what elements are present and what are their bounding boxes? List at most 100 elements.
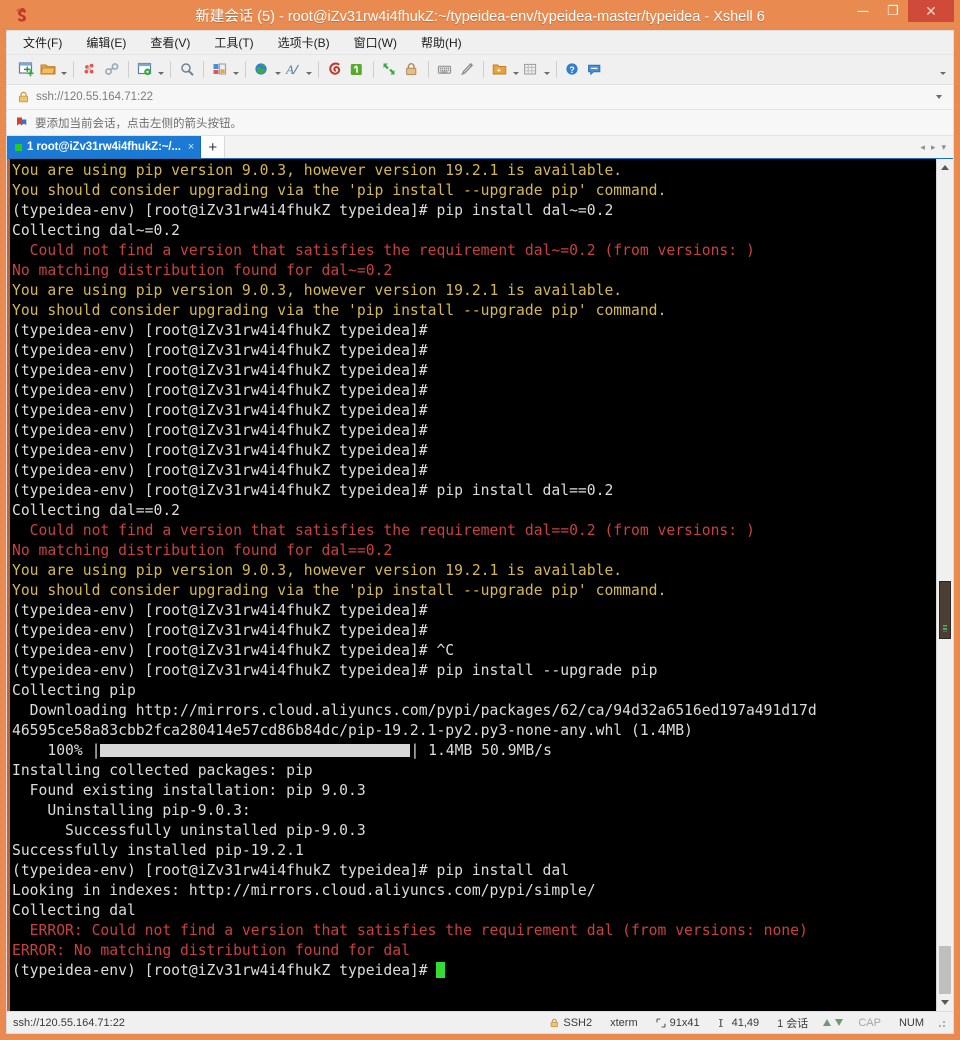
terminal-text: You should consider upgrading via the 'p…: [12, 302, 667, 319]
terminal-text: (typeidea-env) [root@iZv31rw4i4fhukZ typ…: [12, 602, 428, 619]
terminal-text: Successfully uninstalled pip-9.0.3: [12, 822, 366, 839]
menu-tabs[interactable]: 选项卡(B): [272, 31, 336, 54]
terminal-text: (typeidea-env) [root@iZv31rw4i4fhukZ typ…: [12, 442, 428, 459]
chat-icon[interactable]: [584, 58, 606, 82]
chevron-down-icon[interactable]: [933, 95, 945, 99]
terminal-scrollbar[interactable]: [936, 159, 953, 1011]
terminal-line: No matching distribution found for dal==…: [12, 541, 936, 561]
status-protocol-label: SSH2: [563, 1016, 593, 1029]
terminal-text: You are using pip version 9.0.3, however…: [12, 282, 623, 299]
tab-close-icon[interactable]: ×: [188, 141, 194, 153]
tab-next-icon[interactable]: ▸: [929, 142, 938, 153]
keyboard-icon[interactable]: [434, 58, 456, 82]
menu-window[interactable]: 窗口(W): [348, 31, 403, 54]
terminal-text: ERROR: No matching distribution found fo…: [12, 942, 410, 959]
menu-edit[interactable]: 编辑(E): [80, 31, 132, 54]
scrollbar-grip-icon: [943, 625, 947, 632]
globe-dropdown-icon[interactable]: [273, 58, 282, 82]
grid-icon[interactable]: [520, 58, 542, 82]
terminal-line: Collecting dal==0.2: [12, 501, 936, 521]
tab-nav-controls: ◂ ▸ ▾: [918, 136, 953, 158]
resize-grip-icon[interactable]: [935, 1016, 947, 1029]
scrollbar-thumb[interactable]: [939, 581, 951, 639]
help-icon[interactable]: ?: [562, 58, 584, 82]
status-transfer-arrows: [817, 1019, 849, 1026]
terminal-text: | 1.4MB 50.9MB/s: [410, 742, 552, 759]
terminal-text: Could not find a version that satisfies …: [12, 522, 755, 539]
toolbar-separator: [373, 61, 374, 78]
cursor-pos-icon: [718, 1018, 728, 1028]
terminal-text: Could not find a version that satisfies …: [12, 242, 755, 259]
terminal-line: (typeidea-env) [root@iZv31rw4i4fhukZ typ…: [12, 461, 936, 481]
terminal-line: (typeidea-env) [root@iZv31rw4i4fhukZ typ…: [12, 401, 936, 421]
terminal-line: (typeidea-env) [root@iZv31rw4i4fhukZ typ…: [12, 961, 936, 981]
disconnect-icon[interactable]: [79, 58, 101, 82]
toolbar-separator: [245, 61, 246, 78]
maximize-button[interactable]: ❐: [878, 0, 908, 22]
font-dropdown-icon[interactable]: [304, 58, 313, 82]
grid-dropdown-icon[interactable]: [542, 58, 551, 82]
terminal-text: Found existing installation: pip 9.0.3: [12, 782, 366, 799]
toolbar-separator: [556, 61, 557, 78]
open-folder-dropdown-icon[interactable]: [59, 58, 68, 82]
folder-send-icon[interactable]: [489, 58, 511, 82]
terminal-text: (typeidea-env) [root@iZv31rw4i4fhukZ typ…: [12, 962, 437, 979]
tab-prev-icon[interactable]: ◂: [918, 142, 927, 153]
layout-icon[interactable]: [209, 58, 231, 82]
minimize-button[interactable]: ─: [848, 0, 878, 22]
terminal-line: (typeidea-env) [root@iZv31rw4i4fhukZ typ…: [12, 621, 936, 641]
terminal-line: Could not find a version that satisfies …: [12, 521, 936, 541]
terminal-line: You are using pip version 9.0.3, however…: [12, 281, 936, 301]
folder-send-dropdown-icon[interactable]: [511, 58, 520, 82]
menu-tools[interactable]: 工具(T): [208, 31, 259, 54]
terminal-line: (typeidea-env) [root@iZv31rw4i4fhukZ typ…: [12, 641, 936, 661]
session-properties-icon[interactable]: [134, 58, 156, 82]
capture-icon[interactable]: [346, 58, 368, 82]
scroll-up-icon[interactable]: [937, 159, 953, 176]
menu-help[interactable]: 帮助(H): [415, 31, 468, 54]
address-bar[interactable]: ssh://120.55.164.71:22: [7, 85, 953, 110]
menu-view[interactable]: 查看(V): [144, 31, 196, 54]
terminal-line: Installing collected packages: pip: [12, 761, 936, 781]
tab-menu-icon[interactable]: ▾: [939, 142, 948, 153]
scrollbar-bottom-segment: [939, 946, 951, 994]
font-icon[interactable]: A: [282, 58, 304, 82]
terminal-line: (typeidea-env) [root@iZv31rw4i4fhukZ typ…: [12, 321, 936, 341]
globe-icon[interactable]: [251, 58, 273, 82]
bookmark-icon[interactable]: [15, 116, 29, 129]
terminal-output[interactable]: You are using pip version 9.0.3, however…: [10, 159, 936, 1011]
new-tab-button[interactable]: +: [201, 136, 226, 158]
scrollbar-track[interactable]: [937, 176, 953, 994]
menu-file[interactable]: 文件(F): [17, 31, 68, 54]
tab-label: 1 root@iZv31rw4i4fhukZ:~/...: [27, 141, 181, 153]
session-properties-dropdown-icon[interactable]: [156, 58, 165, 82]
reconnect-icon[interactable]: [101, 58, 123, 82]
status-size: 91x41: [647, 1017, 709, 1029]
terminal-line: (typeidea-env) [root@iZv31rw4i4fhukZ typ…: [12, 361, 936, 381]
terminal-text: 100% |: [12, 742, 101, 759]
lock-icon[interactable]: [401, 58, 423, 82]
size-icon: [656, 1017, 666, 1028]
terminal-line: Found existing installation: pip 9.0.3: [12, 781, 936, 801]
open-folder-icon[interactable]: [37, 58, 59, 82]
terminal-line: You should consider upgrading via the 'p…: [12, 301, 936, 321]
toolbar-overflow-icon[interactable]: [938, 58, 947, 82]
highlight-pen-icon[interactable]: [456, 58, 478, 82]
terminal-line: ERROR: Could not find a version that sat…: [12, 921, 936, 941]
layout-dropdown-icon[interactable]: [231, 58, 240, 82]
close-button[interactable]: ✕: [908, 0, 954, 22]
status-size-label: 91x41: [669, 1016, 700, 1029]
log-icon[interactable]: [324, 58, 346, 82]
fullscreen-icon[interactable]: [379, 58, 401, 82]
search-icon[interactable]: [176, 58, 198, 82]
terminal-text: ERROR: Could not find a version that sat…: [12, 922, 808, 939]
new-session-icon[interactable]: [15, 58, 37, 82]
terminal-line: Successfully installed pip-19.2.1: [12, 841, 936, 861]
tab-session-1[interactable]: 1 root@iZv31rw4i4fhukZ:~/... ×: [7, 136, 202, 158]
download-arrow-icon: [835, 1019, 844, 1026]
address-input[interactable]: ssh://120.55.164.71:22: [36, 91, 933, 103]
terminal-text: (typeidea-env) [root@iZv31rw4i4fhukZ typ…: [12, 202, 614, 219]
scroll-down-icon[interactable]: [937, 994, 953, 1011]
lock-icon: [550, 1018, 559, 1028]
terminal-text: Installing collected packages: pip: [12, 762, 313, 779]
